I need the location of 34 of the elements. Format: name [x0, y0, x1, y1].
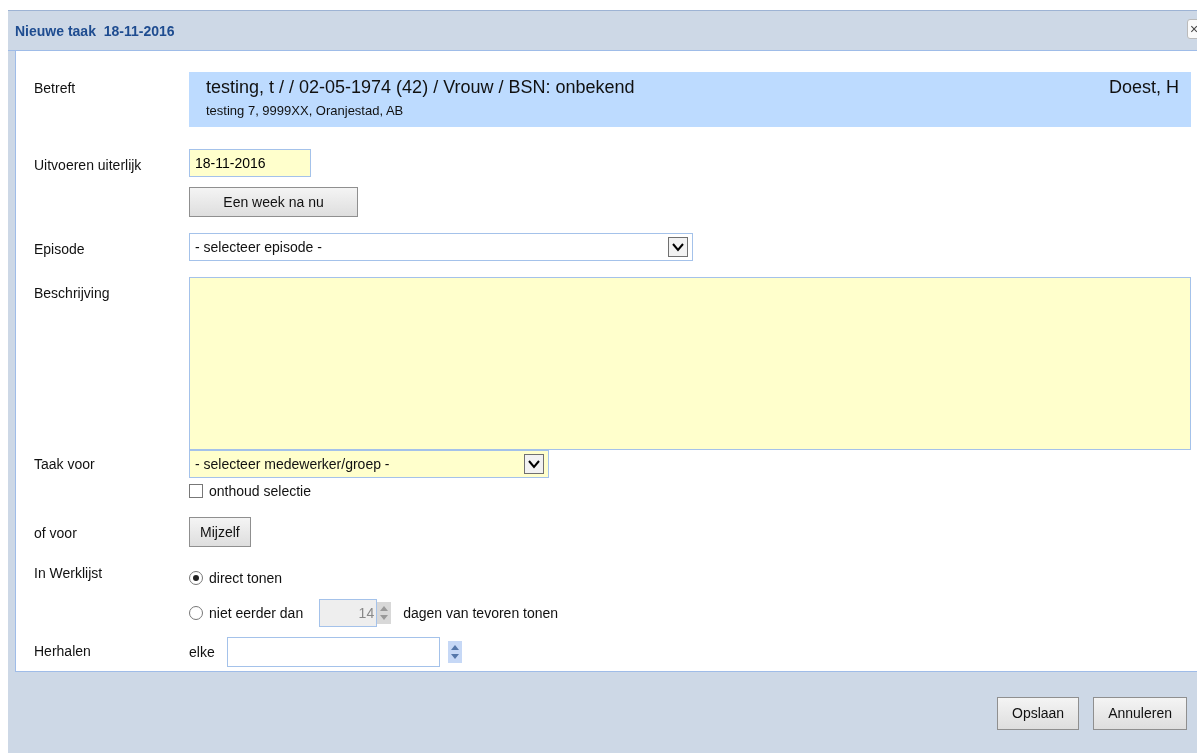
field-label: Betreft [34, 79, 77, 96]
patient-info: testing, t / / 02-05-1974 (42) / Vrouw / BSN: onbekend [206, 77, 635, 98]
field-label: Taak voor [34, 455, 96, 472]
radio-button[interactable] [189, 606, 203, 620]
week-button[interactable]: Een week na nu [189, 187, 358, 217]
date-field[interactable]: 18-11-2016 [189, 149, 311, 177]
checkbox[interactable] [189, 484, 203, 498]
window-title: Nieuwe taak 18-11-2016 [15, 22, 175, 39]
radio-label: direct tonen [209, 570, 283, 586]
spinner-icon[interactable] [447, 641, 462, 663]
footer-button[interactable]: Annuleren [1093, 696, 1187, 730]
repeat-prefix: elke [189, 644, 215, 660]
footer-button[interactable]: Opslaan [997, 696, 1080, 730]
close-button[interactable]: × [1187, 19, 1197, 39]
episode-select[interactable]: - selecteer episode - [189, 233, 693, 261]
field-label: Beschrijving [34, 284, 111, 301]
days-suffix: dagen van tevoren tonen [403, 605, 559, 621]
spinner-icon[interactable] [377, 602, 392, 624]
dropdown-icon [668, 237, 688, 257]
description-field[interactable] [189, 277, 1191, 450]
field-label: of voor [34, 524, 78, 541]
assignee-select[interactable]: - selecteer medewerker/groep - [189, 450, 549, 478]
field-label: In Werklijst [34, 564, 104, 581]
practitioner-name: Doest, H [1108, 77, 1179, 98]
field-label: Uitvoeren uiterlijk [34, 156, 143, 173]
radio-label: niet eerder dan [209, 605, 304, 621]
field-label: Herhalen [34, 642, 92, 659]
dropdown-icon [524, 454, 544, 474]
checkbox-label: onthoud selectie [209, 483, 311, 499]
radio-button[interactable] [189, 571, 203, 585]
myself-button[interactable]: Mijzelf [189, 517, 251, 547]
repeat-field[interactable] [226, 637, 440, 667]
field-label: Episode [34, 240, 86, 257]
patient-address: testing 7, 9999XX, Oranjestad, AB [206, 103, 405, 118]
